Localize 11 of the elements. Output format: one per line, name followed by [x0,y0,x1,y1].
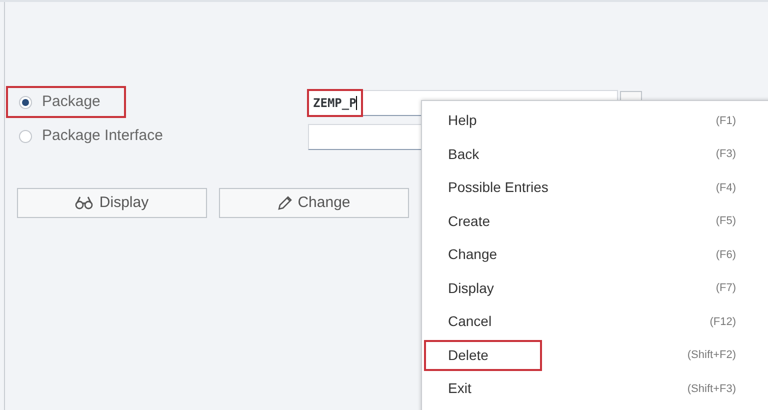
menu-shortcut: (F5) [716,214,736,229]
menu-shortcut: (Shift+F2) [687,348,736,363]
menu-shortcut: (F4) [716,180,736,196]
menu-shortcut: (F3) [716,147,736,162]
menu-shortcut: (F1) [716,114,736,128]
menu-shortcut: (F6) [716,248,736,262]
menu-shortcut: (F7) [716,281,736,296]
radio-label: Package [42,92,100,112]
menu-shortcut: (F12) [710,314,736,330]
menu-shortcut: (Shift+F3) [687,382,736,396]
radio-label: Package Interface [42,126,163,146]
